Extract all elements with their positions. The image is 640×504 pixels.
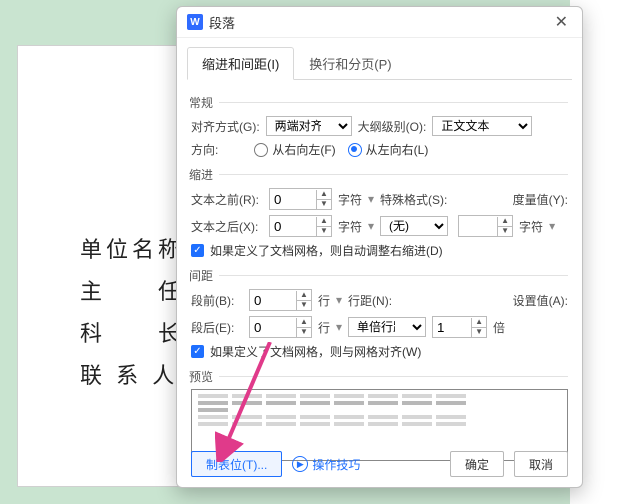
unit-char: 字符 <box>519 218 543 235</box>
space-after-spin[interactable]: ▲▼ <box>249 316 312 338</box>
document-text: 单位名称 主 任 科 长 联 系 人 <box>80 232 184 400</box>
spin-down-icon[interactable]: ▼ <box>297 301 311 310</box>
auto-indent-checkbox[interactable]: ✓如果定义了文档网格，则自动调整右缩进(D) <box>191 242 443 259</box>
outline-label: 大纲级别(O): <box>358 118 427 135</box>
tips-link[interactable]: ▶操作技巧 <box>292 456 360 473</box>
space-before-input[interactable] <box>250 291 296 309</box>
group-general: 常规 <box>189 94 568 111</box>
unit-line: 行 <box>318 319 330 336</box>
group-spacing: 间距 <box>189 267 568 284</box>
spin-up-icon[interactable]: ▲ <box>297 318 311 328</box>
direction-label: 方向: <box>191 141 218 158</box>
spin-down-icon[interactable]: ▼ <box>317 200 331 209</box>
ok-button[interactable]: 确定 <box>450 451 504 477</box>
spin-down-icon[interactable]: ▼ <box>317 227 331 236</box>
spin-up-icon[interactable]: ▲ <box>472 318 486 328</box>
setvalue-spin[interactable]: ▲▼ <box>432 316 487 338</box>
spin-down-icon[interactable]: ▼ <box>472 328 486 337</box>
space-before-label: 段前(B): <box>191 292 243 309</box>
tab-indent-spacing[interactable]: 缩进和间距(I) <box>187 47 294 80</box>
setvalue-label: 设置值(A): <box>513 292 568 309</box>
close-button[interactable]: ✕ <box>551 12 572 32</box>
direction-ltr-radio[interactable]: 从左向右(L) <box>348 141 429 158</box>
rtl-label: 从右向左(F) <box>272 141 335 158</box>
tabs: 缩进和间距(I) 换行和分页(P) <box>187 46 572 80</box>
tabstops-button[interactable]: 制表位(T)... <box>191 451 282 477</box>
dialog-footer: 制表位(T)... ▶操作技巧 确定 取消 <box>177 441 582 487</box>
snap-grid-label: 如果定义了文档网格，则与网格对齐(W) <box>210 343 421 360</box>
unit-bei: 倍 <box>493 319 505 336</box>
space-before-spin[interactable]: ▲▼ <box>249 289 312 311</box>
direction-rtl-radio[interactable]: 从右向左(F) <box>254 141 335 158</box>
linespacing-label: 行距(N): <box>348 292 392 309</box>
doc-row: 单位名称 <box>80 232 184 268</box>
indent-after-label: 文本之后(X): <box>191 218 263 235</box>
tab-pagination[interactable]: 换行和分页(P) <box>294 47 406 80</box>
tips-label: 操作技巧 <box>312 456 360 473</box>
spin-up-icon[interactable]: ▲ <box>317 217 331 227</box>
measure-spin[interactable]: ▲▼ <box>458 215 513 237</box>
spin-down-icon[interactable]: ▼ <box>297 328 311 337</box>
space-after-input[interactable] <box>250 318 296 336</box>
indent-before-input[interactable] <box>270 190 316 208</box>
outline-select[interactable]: 正文文本 <box>432 116 532 136</box>
unit-char: 字符 <box>338 191 362 208</box>
indent-after-input[interactable] <box>270 217 316 235</box>
titlebar: W 段落 ✕ <box>177 7 582 38</box>
setvalue-input[interactable] <box>433 318 471 336</box>
dialog-title: 段落 <box>209 13 235 32</box>
doc-row: 主 任 <box>80 274 184 310</box>
align-select[interactable]: 两端对齐 <box>266 116 352 136</box>
doc-row: 联 系 人 <box>80 358 184 394</box>
group-indent: 缩进 <box>189 166 568 183</box>
spin-up-icon[interactable]: ▲ <box>297 291 311 301</box>
tips-icon: ▶ <box>292 456 308 472</box>
linespacing-select[interactable]: 单倍行距 <box>348 317 426 337</box>
ltr-label: 从左向右(L) <box>366 141 429 158</box>
indent-after-spin[interactable]: ▲▼ <box>269 215 332 237</box>
app-badge-icon: W <box>187 14 203 30</box>
unit-char: 字符 <box>338 218 362 235</box>
special-label: 特殊格式(S): <box>380 191 447 208</box>
auto-indent-label: 如果定义了文档网格，则自动调整右缩进(D) <box>210 242 443 259</box>
spin-up-icon[interactable]: ▲ <box>498 217 512 227</box>
measure-label: 度量值(Y): <box>513 191 568 208</box>
cancel-button[interactable]: 取消 <box>514 451 568 477</box>
unit-line: 行 <box>318 292 330 309</box>
spin-down-icon[interactable]: ▼ <box>498 227 512 236</box>
doc-row: 科 长 <box>80 316 184 352</box>
special-select[interactable]: (无) <box>380 216 448 236</box>
indent-before-label: 文本之前(R): <box>191 191 263 208</box>
measure-input[interactable] <box>459 217 497 235</box>
paragraph-dialog: W 段落 ✕ 缩进和间距(I) 换行和分页(P) 常规 对齐方式(G): 两端对… <box>176 6 583 488</box>
indent-before-spin[interactable]: ▲▼ <box>269 188 332 210</box>
space-after-label: 段后(E): <box>191 319 243 336</box>
align-label: 对齐方式(G): <box>191 118 260 135</box>
snap-grid-checkbox[interactable]: ✓如果定义了文档网格，则与网格对齐(W) <box>191 343 421 360</box>
spin-up-icon[interactable]: ▲ <box>317 190 331 200</box>
group-preview: 预览 <box>189 368 568 385</box>
